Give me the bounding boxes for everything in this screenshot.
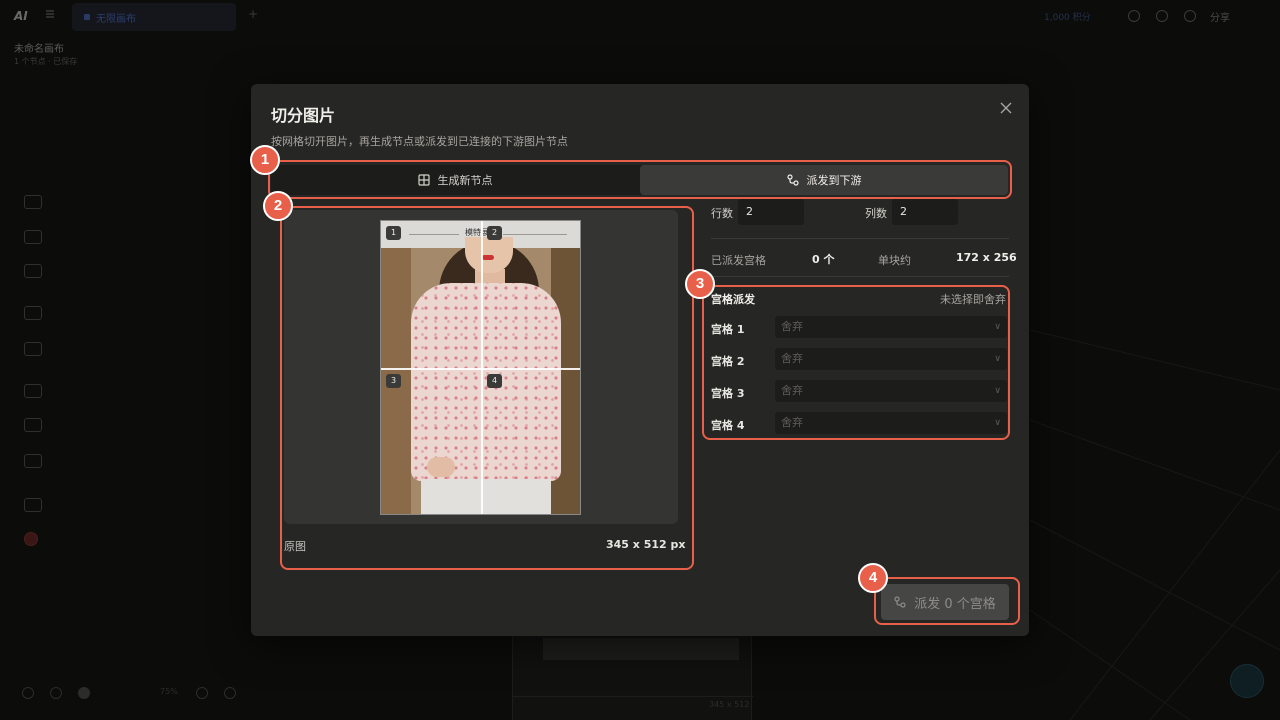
- fit-icon: [196, 687, 208, 699]
- sidebar-pen-icon: [24, 342, 42, 356]
- zoom-level: 75%: [160, 687, 178, 696]
- sidebar-record-icon: [24, 532, 38, 546]
- settings-icon: [1156, 10, 1168, 22]
- canvas-node-thumbnail: [543, 638, 739, 660]
- rows-label: 行数: [711, 207, 733, 220]
- undo-icon: [22, 687, 34, 699]
- block-size-value: 172 x 256: [956, 251, 1017, 264]
- annotation-box-3: [702, 285, 1010, 440]
- assistant-fab-icon: [1230, 664, 1264, 698]
- fullscreen-icon: [224, 687, 236, 699]
- annotation-box-1: [268, 160, 1012, 199]
- tab-icon: [84, 14, 90, 20]
- dialog-title: 切分图片: [271, 106, 336, 125]
- annotation-badge-1: 1: [250, 145, 280, 175]
- canvas-node-caption: 345 x 512: [709, 700, 750, 709]
- annotation-box-4: [874, 577, 1020, 625]
- share-button: 分享: [1210, 13, 1230, 24]
- close-glyph-icon: [1000, 102, 1012, 114]
- dispatched-cells-value: 0 个: [812, 253, 835, 266]
- background-tab: 无限画布: [72, 3, 236, 31]
- rows-input[interactable]: 2: [738, 199, 804, 225]
- canvas-node-card: 345 x 512: [512, 636, 753, 720]
- send-icon: [1128, 10, 1140, 22]
- divider: [711, 276, 1009, 277]
- sidebar-search-icon: [24, 230, 42, 244]
- menu-icon: [46, 10, 54, 18]
- annotation-badge-2: 2: [263, 191, 293, 221]
- block-size-label: 单块约: [878, 254, 911, 267]
- project-subtitle: 1 个节点 · 已保存: [14, 57, 78, 66]
- zoom-slider-icon: [78, 687, 90, 699]
- sidebar-user-icon: [24, 384, 42, 398]
- app-logo: AI: [14, 9, 28, 23]
- sidebar-calendar-icon: [24, 454, 42, 468]
- background-topbar: AI 无限画布 + 1,000 积分 分享: [0, 0, 1280, 34]
- annotation-badge-3: 3: [685, 269, 715, 299]
- project-title: 未命名画布: [14, 44, 64, 55]
- divider: [711, 238, 1009, 239]
- annotation-badge-4: 4: [858, 563, 888, 593]
- sidebar-layers-icon: [24, 264, 42, 278]
- sidebar-home-icon: [24, 195, 42, 209]
- sidebar-link-icon: [24, 306, 42, 320]
- sidebar-folder-icon: [24, 418, 42, 432]
- cols-label: 列数: [865, 207, 887, 220]
- sidebar-play-icon: [24, 498, 42, 512]
- close-icon[interactable]: [995, 98, 1017, 120]
- bell-icon: [1184, 10, 1196, 22]
- credits-badge: 1,000 积分: [1044, 13, 1091, 23]
- annotation-box-2: [280, 206, 694, 570]
- redo-icon: [50, 687, 62, 699]
- add-tab-icon: +: [248, 7, 259, 21]
- dispatched-cells-label: 已派发宫格: [711, 254, 766, 267]
- cols-input[interactable]: 2: [892, 199, 958, 225]
- dialog-subtitle: 按网格切开图片，再生成节点或派发到已连接的下游图片节点: [271, 135, 568, 148]
- divider: [513, 696, 753, 697]
- background-tab-title: 无限画布: [96, 14, 136, 25]
- canvas-grid-lines: [1030, 329, 1280, 720]
